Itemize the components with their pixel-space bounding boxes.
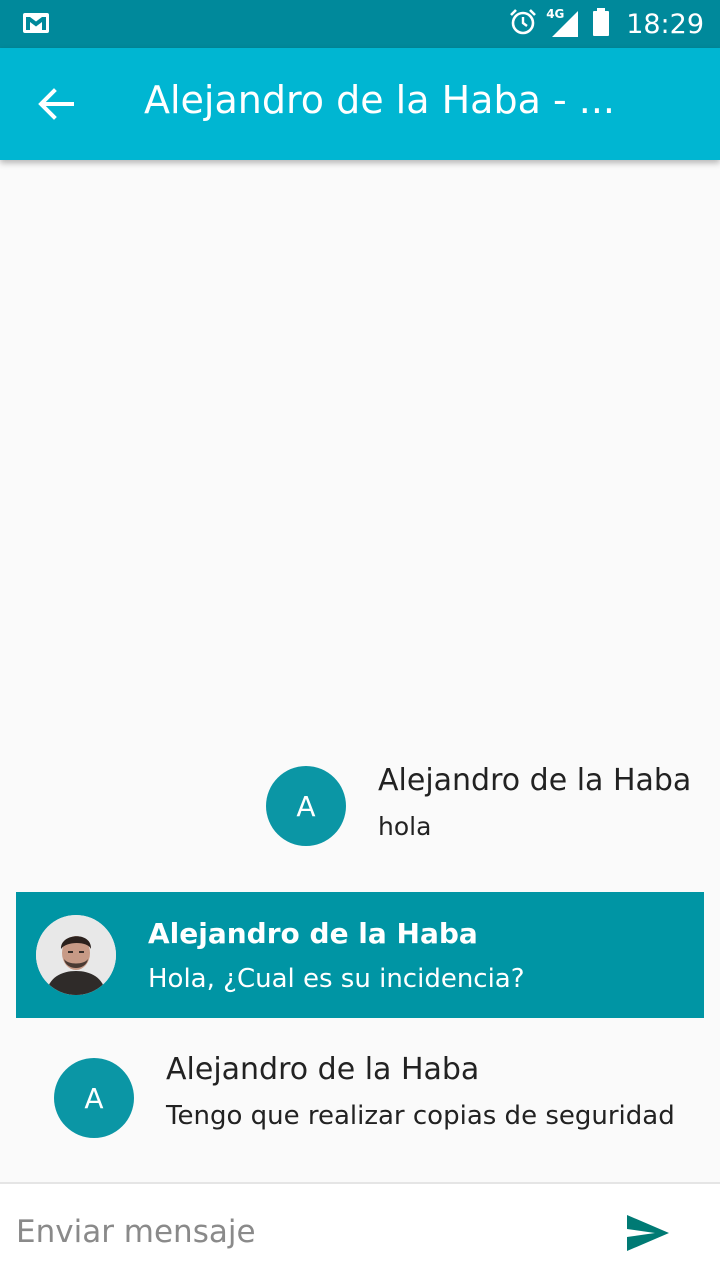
message-input[interactable] [16, 1204, 576, 1260]
message-list[interactable]: A Alejandro de la Haba hola Alejandro de… [0, 160, 720, 1182]
avatar: A [54, 1058, 134, 1138]
gmail-icon [22, 12, 50, 34]
avatar [36, 915, 116, 995]
status-bar: 4G 18:29 [0, 0, 720, 48]
clock: 18:29 [626, 8, 704, 40]
message-sender: Alejandro de la Haba [166, 1051, 480, 1087]
arrow-back-icon[interactable] [36, 84, 76, 124]
composer-bar [0, 1182, 720, 1280]
conversation-title: Alejandro de la Haba - ... [144, 78, 615, 122]
app-bar: Alejandro de la Haba - ... [0, 48, 720, 160]
alarm-icon [508, 7, 538, 41]
message-text: hola [378, 812, 432, 841]
send-icon[interactable] [620, 1208, 676, 1258]
message-item[interactable]: A Alejandro de la Haba Tengo que realiza… [54, 1052, 675, 1138]
message-item-highlighted[interactable]: Alejandro de la Haba Hola, ¿Cual es su i… [16, 892, 704, 1018]
message-text: Hola, ¿Cual es su incidencia? [148, 963, 525, 994]
message-sender: Alejandro de la Haba [148, 916, 478, 950]
avatar: A [266, 766, 346, 846]
message-item[interactable]: A Alejandro de la Haba hola [266, 763, 692, 846]
signal-icon: 4G [546, 7, 582, 39]
message-sender: Alejandro de la Haba [378, 763, 692, 798]
message-text: Tengo que realizar copias de seguridad [166, 1100, 675, 1131]
battery-icon [592, 7, 610, 41]
